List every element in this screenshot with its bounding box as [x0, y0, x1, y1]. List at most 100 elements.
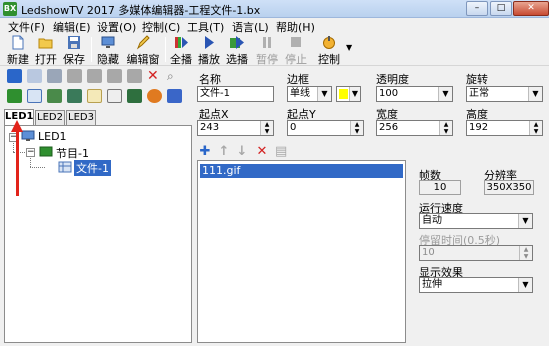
rotation-label: 旋转	[466, 73, 488, 86]
play-button[interactable]: 播放	[197, 34, 221, 66]
save-icon	[68, 36, 80, 49]
tab-led3[interactable]: LED3	[66, 110, 96, 125]
delete-icon[interactable]: ✕	[147, 69, 162, 83]
stop-button[interactable]: 停止	[284, 34, 308, 66]
add-file-icon[interactable]: ✚	[199, 145, 211, 158]
spin-icon[interactable]: ▲ ▼	[519, 246, 532, 260]
title-bar: BX LedshowTV 2017 多媒体编辑器-工程文件-1.bx – □ ✕	[0, 0, 549, 18]
border-label: 边框	[287, 73, 309, 86]
play-all-icon	[175, 37, 188, 48]
main-toolbar: 新建 打开 保存 隐藏 编辑窗 全播 播放 选播 暂停 停止 控制 ▼	[0, 33, 549, 66]
chevron-down-icon: ▼	[438, 87, 452, 101]
move-up-icon[interactable]	[67, 69, 82, 83]
transparency-label: 透明度	[376, 73, 409, 86]
copy-icon[interactable]	[27, 69, 42, 83]
open-folder-icon	[38, 38, 53, 49]
file-list-item[interactable]: 111.gif	[200, 164, 403, 178]
hide-screen-icon	[101, 36, 115, 48]
animated-text-icon[interactable]	[167, 89, 182, 103]
speed-select[interactable]: 自动 ▼	[419, 213, 533, 229]
control-button[interactable]: 控制	[315, 34, 343, 66]
name-label: 名称	[199, 73, 221, 86]
add-icon[interactable]	[7, 69, 22, 83]
file-properties-icon[interactable]: ▤	[275, 145, 287, 158]
alarm-clock-icon[interactable]	[147, 89, 162, 103]
minimize-button[interactable]: –	[466, 1, 488, 16]
window-title: LedshowTV 2017 多媒体编辑器-工程文件-1.bx	[21, 4, 261, 17]
control-dropdown-icon[interactable]: ▼	[346, 43, 352, 52]
tab-led2[interactable]: LED2	[35, 110, 65, 125]
height-stepper[interactable]: 192 ▲ ▼	[466, 120, 543, 136]
edit-window-button[interactable]: 编辑窗	[124, 34, 162, 66]
edit-window-icon	[136, 35, 150, 50]
collapse-icon[interactable]: −	[26, 148, 35, 157]
program-tree: − LED1 − 节目-1 文件-1	[4, 125, 192, 343]
video-icon[interactable]	[67, 89, 82, 103]
rotation-select[interactable]: 正常 ▼	[466, 86, 543, 102]
spin-icon[interactable]: ▲ ▼	[529, 121, 542, 135]
object-toolbar: ✕ ⌕	[4, 68, 192, 108]
x-stepper[interactable]: 243 ▲ ▼	[197, 120, 274, 136]
new-button[interactable]: 新建	[5, 34, 31, 66]
y-stepper[interactable]: 0 ▲ ▼	[287, 120, 364, 136]
open-button[interactable]: 打开	[33, 34, 59, 66]
close-button[interactable]: ✕	[513, 1, 549, 16]
media-settings-panel: 帧数 10 分辨率 350X350 运行速度 自动 ▼ 停留时间(0.5秒) 1…	[410, 160, 541, 343]
save-button[interactable]: 保存	[61, 34, 87, 66]
search-icon[interactable]: ⌕	[167, 69, 182, 83]
table-icon[interactable]	[27, 89, 42, 103]
document-icon[interactable]	[107, 89, 122, 103]
chevron-down-icon: ▼	[518, 278, 532, 292]
border-color-picker[interactable]: ▼	[336, 86, 361, 102]
chevron-down-icon: ▼	[349, 87, 360, 101]
color-swatch	[339, 89, 348, 99]
delete-file-icon[interactable]: ✕	[256, 145, 268, 158]
width-stepper[interactable]: 256 ▲ ▼	[376, 120, 453, 136]
control-icon	[323, 36, 335, 49]
program-icon	[39, 146, 53, 157]
spin-icon[interactable]: ▲ ▼	[260, 121, 273, 135]
play-icon	[205, 36, 214, 49]
select-play-icon	[230, 36, 244, 49]
app-logo-icon: BX	[3, 2, 17, 16]
file-list: 111.gif	[197, 160, 406, 343]
chevron-down-icon: ▼	[317, 87, 331, 101]
stay-time-stepper[interactable]: 10 ▲ ▼	[419, 245, 533, 261]
border-select[interactable]: 单线 ▼	[287, 86, 332, 102]
tree-node-led1[interactable]: LED1	[38, 130, 67, 143]
tree-node-file[interactable]: 文件-1	[74, 160, 111, 176]
monitor-icon	[21, 130, 35, 141]
toolbar-separator	[91, 37, 92, 62]
select-play-button[interactable]: 选播	[225, 34, 249, 66]
move-top-icon[interactable]	[107, 69, 122, 83]
annotation-arrow-shaft	[16, 126, 19, 196]
program-icon[interactable]	[7, 89, 22, 103]
spin-icon[interactable]: ▲ ▼	[439, 121, 452, 135]
play-all-button[interactable]: 全播	[169, 34, 193, 66]
new-file-icon	[12, 35, 24, 50]
maximize-button[interactable]: □	[490, 1, 512, 16]
paste-icon[interactable]	[47, 69, 62, 83]
frames-value: 10	[419, 180, 461, 195]
text-icon[interactable]	[87, 89, 102, 103]
file-table-icon	[58, 161, 72, 173]
move-down-icon[interactable]	[87, 69, 102, 83]
spin-icon[interactable]: ▲ ▼	[350, 121, 363, 135]
hide-button[interactable]: 隐藏	[95, 34, 121, 66]
move-bottom-icon[interactable]	[127, 69, 142, 83]
stop-icon	[291, 37, 301, 47]
toolbar-separator	[165, 37, 166, 62]
menu-bar: 文件(F) 编辑(E) 设置(O) 控制(C) 工具(T) 语言(L) 帮助(H…	[0, 18, 549, 34]
transparency-select[interactable]: 100 ▼	[376, 86, 453, 102]
move-down-icon[interactable]: ↓	[236, 145, 248, 158]
move-up-icon[interactable]: ↑	[218, 145, 230, 158]
image-icon[interactable]	[47, 89, 62, 103]
name-input[interactable]: 文件-1	[197, 86, 274, 102]
tree-node-program[interactable]: 节目-1	[56, 145, 89, 161]
tree-connector	[30, 167, 45, 168]
pause-icon	[263, 37, 271, 48]
resolution-value: 350X350	[484, 180, 534, 195]
pause-button[interactable]: 暂停	[255, 34, 279, 66]
effect-select[interactable]: 拉伸 ▼	[419, 277, 533, 293]
clock-display-icon[interactable]	[127, 89, 142, 103]
